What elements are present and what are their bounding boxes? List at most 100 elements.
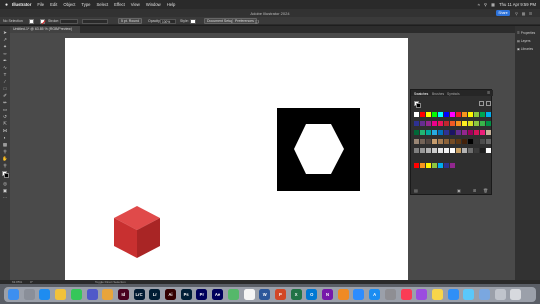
color-swatch[interactable] xyxy=(426,112,431,117)
dock-powerpoint-icon[interactable]: P xyxy=(274,289,286,300)
color-swatch[interactable] xyxy=(414,130,419,135)
new-swatch-icon[interactable]: ⊞ xyxy=(473,188,476,193)
color-swatch[interactable] xyxy=(456,139,461,144)
group-color-swatch[interactable] xyxy=(450,163,455,168)
group-color-swatch[interactable] xyxy=(426,163,431,168)
dock-vlc-icon[interactable] xyxy=(337,289,349,300)
list-view-icon[interactable] xyxy=(479,101,484,106)
dock-lightroom-icon[interactable]: Lr xyxy=(149,289,161,300)
color-swatch[interactable] xyxy=(420,121,425,126)
new-color-group-icon[interactable]: ▣ xyxy=(457,188,461,193)
color-swatch[interactable] xyxy=(420,148,425,153)
panel-stroke-swatch[interactable] xyxy=(416,103,421,108)
dock-launchpad-icon[interactable] xyxy=(23,289,35,300)
dock-teams-icon[interactable] xyxy=(86,289,98,300)
color-swatch[interactable] xyxy=(432,148,437,153)
color-swatch[interactable] xyxy=(468,121,473,126)
color-swatch[interactable] xyxy=(474,139,479,144)
dock-indesign-icon[interactable]: Id xyxy=(117,289,129,300)
dock-illustrator-icon[interactable]: Ai xyxy=(165,289,176,300)
group-color-swatch[interactable] xyxy=(414,163,419,168)
libraries-panel-button[interactable]: ▣ Libraries xyxy=(517,46,540,52)
dock-documents-icon[interactable] xyxy=(494,289,506,300)
group-color-swatch[interactable] xyxy=(438,163,443,168)
layers-panel-button[interactable]: ▤ Layers xyxy=(517,38,540,44)
color-swatch[interactable] xyxy=(450,139,455,144)
dock-music-icon[interactable] xyxy=(400,289,412,300)
color-swatch[interactable] xyxy=(438,148,443,153)
dock-word-icon[interactable]: W xyxy=(259,289,271,300)
color-swatch[interactable] xyxy=(480,148,485,153)
dock-notes-icon[interactable] xyxy=(431,289,443,300)
red-cube[interactable] xyxy=(114,206,160,258)
dock-maps2-icon[interactable] xyxy=(463,289,475,300)
color-swatch[interactable] xyxy=(432,139,437,144)
color-swatch[interactable] xyxy=(468,139,473,144)
color-swatch[interactable] xyxy=(444,148,449,153)
panel-menu-icon[interactable]: ☰ xyxy=(487,91,490,95)
dock-messages-icon[interactable] xyxy=(70,289,82,300)
color-swatch[interactable] xyxy=(486,112,491,117)
group-color-swatch[interactable] xyxy=(432,163,437,168)
color-swatch[interactable] xyxy=(438,112,443,117)
color-swatch[interactable] xyxy=(438,121,443,126)
dock-onenote-icon[interactable]: N xyxy=(322,289,333,300)
color-swatch[interactable] xyxy=(486,121,491,126)
dock-calendar-icon[interactable] xyxy=(243,289,255,300)
dock-premiere-icon[interactable]: Pr xyxy=(196,289,208,300)
color-swatch[interactable] xyxy=(426,121,431,126)
color-swatch[interactable] xyxy=(468,130,473,135)
color-swatch[interactable] xyxy=(420,112,425,117)
color-swatch[interactable] xyxy=(486,139,491,144)
tab-swatches[interactable]: Swatches xyxy=(414,92,428,96)
dock-after-effects-icon[interactable]: Ae xyxy=(212,289,224,300)
tab-brushes[interactable]: Brushes xyxy=(432,92,444,96)
dock-photoshop-icon[interactable]: Ps xyxy=(180,289,192,300)
dock-trash-icon[interactable] xyxy=(510,289,522,300)
delete-swatch-icon[interactable]: 🗑 xyxy=(483,188,488,193)
color-swatch[interactable] xyxy=(444,139,449,144)
group-color-swatch[interactable] xyxy=(444,163,449,168)
color-swatch[interactable] xyxy=(414,112,419,117)
color-swatch[interactable] xyxy=(420,130,425,135)
color-swatch[interactable] xyxy=(474,130,479,135)
dock-preview-icon[interactable] xyxy=(479,289,490,300)
color-swatch[interactable] xyxy=(486,148,491,153)
color-swatch[interactable] xyxy=(462,130,467,135)
dock-excel-icon[interactable]: X xyxy=(290,289,302,300)
color-swatch[interactable] xyxy=(426,130,431,135)
color-swatch[interactable] xyxy=(468,148,473,153)
color-swatch[interactable] xyxy=(420,139,425,144)
color-swatch[interactable] xyxy=(432,130,437,135)
group-color-swatch[interactable] xyxy=(420,163,425,168)
color-swatch[interactable] xyxy=(432,112,437,117)
dock-photos-icon[interactable] xyxy=(102,289,114,300)
color-swatch[interactable] xyxy=(462,148,467,153)
color-swatch[interactable] xyxy=(426,139,431,144)
color-swatch[interactable] xyxy=(480,139,485,144)
color-swatch[interactable] xyxy=(450,130,455,135)
dock-chrome-icon[interactable] xyxy=(55,289,67,300)
dock-podcasts-icon[interactable] xyxy=(416,289,428,300)
color-swatch[interactable] xyxy=(456,148,461,153)
color-swatch[interactable] xyxy=(444,121,449,126)
color-swatch[interactable] xyxy=(414,148,419,153)
dock-lightroom-classic-icon[interactable]: LrC xyxy=(133,289,145,300)
color-swatch[interactable] xyxy=(486,130,491,135)
dock-zoom-icon[interactable] xyxy=(353,289,365,300)
color-swatch[interactable] xyxy=(474,112,479,117)
dock-mail-icon[interactable] xyxy=(447,289,459,300)
dock-settings-icon[interactable] xyxy=(384,289,396,300)
color-swatch[interactable] xyxy=(480,112,485,117)
color-swatch[interactable] xyxy=(456,112,461,117)
color-swatch[interactable] xyxy=(438,130,443,135)
color-swatch[interactable] xyxy=(444,112,449,117)
color-swatch[interactable] xyxy=(456,130,461,135)
color-swatch[interactable] xyxy=(450,112,455,117)
color-swatch[interactable] xyxy=(414,139,419,144)
color-swatch[interactable] xyxy=(456,121,461,126)
dock-app-store-icon[interactable]: A xyxy=(369,289,381,300)
color-swatch[interactable] xyxy=(480,121,485,126)
color-swatch[interactable] xyxy=(480,130,485,135)
color-swatch[interactable] xyxy=(474,121,479,126)
